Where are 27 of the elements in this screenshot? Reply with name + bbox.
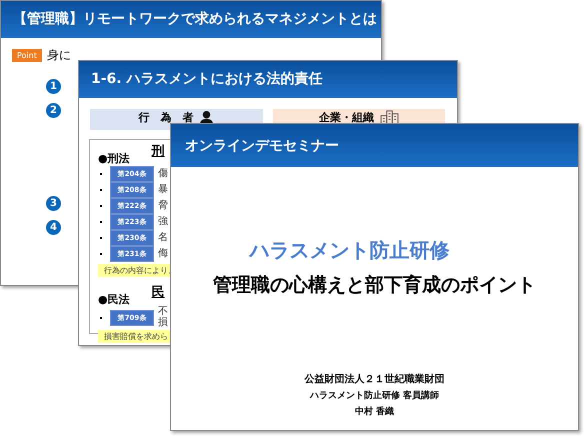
article-text: 脅 xyxy=(158,200,168,212)
number-badge: 4 xyxy=(46,220,61,234)
law-label: ●刑法 xyxy=(98,151,130,166)
article-text: 暴 xyxy=(158,184,168,196)
article-text: 強 xyxy=(158,216,168,228)
article-text: 損 xyxy=(158,318,168,328)
slide-title: 1-6. ハラスメントにおける法的責任 xyxy=(79,61,457,98)
slide-title: 【管理職】リモートワークで求められるマネジメントとは xyxy=(1,1,381,38)
article-text: 不 xyxy=(158,307,168,317)
party-label: 企業・組織 xyxy=(318,110,374,125)
section-heading: 民 xyxy=(152,284,165,301)
number-badge: 3 xyxy=(46,196,61,210)
slide-header: オンラインデモセミナー xyxy=(171,124,578,167)
point-badge: Point xyxy=(12,49,42,62)
section-heading: 刑 xyxy=(152,143,165,160)
article-text: 侮 xyxy=(158,248,168,260)
number-badge: 1 xyxy=(46,78,61,94)
number-badge: 2 xyxy=(46,102,61,118)
credit-line: 公益財団法人２１世紀職業財団 xyxy=(304,372,444,386)
law-label: ●民法 xyxy=(98,292,130,307)
party-label: 行 為 者 xyxy=(138,110,194,125)
article-text: 名 xyxy=(158,232,168,244)
seminar-title: ハラスメント防止研修 xyxy=(250,237,450,264)
credit-line: ハラスメント防止研修 客員講師 xyxy=(310,389,440,402)
credit-line: 中村 香織 xyxy=(354,405,394,418)
point-heading: 身に xyxy=(46,47,71,64)
article-text: 傷 xyxy=(158,168,168,180)
